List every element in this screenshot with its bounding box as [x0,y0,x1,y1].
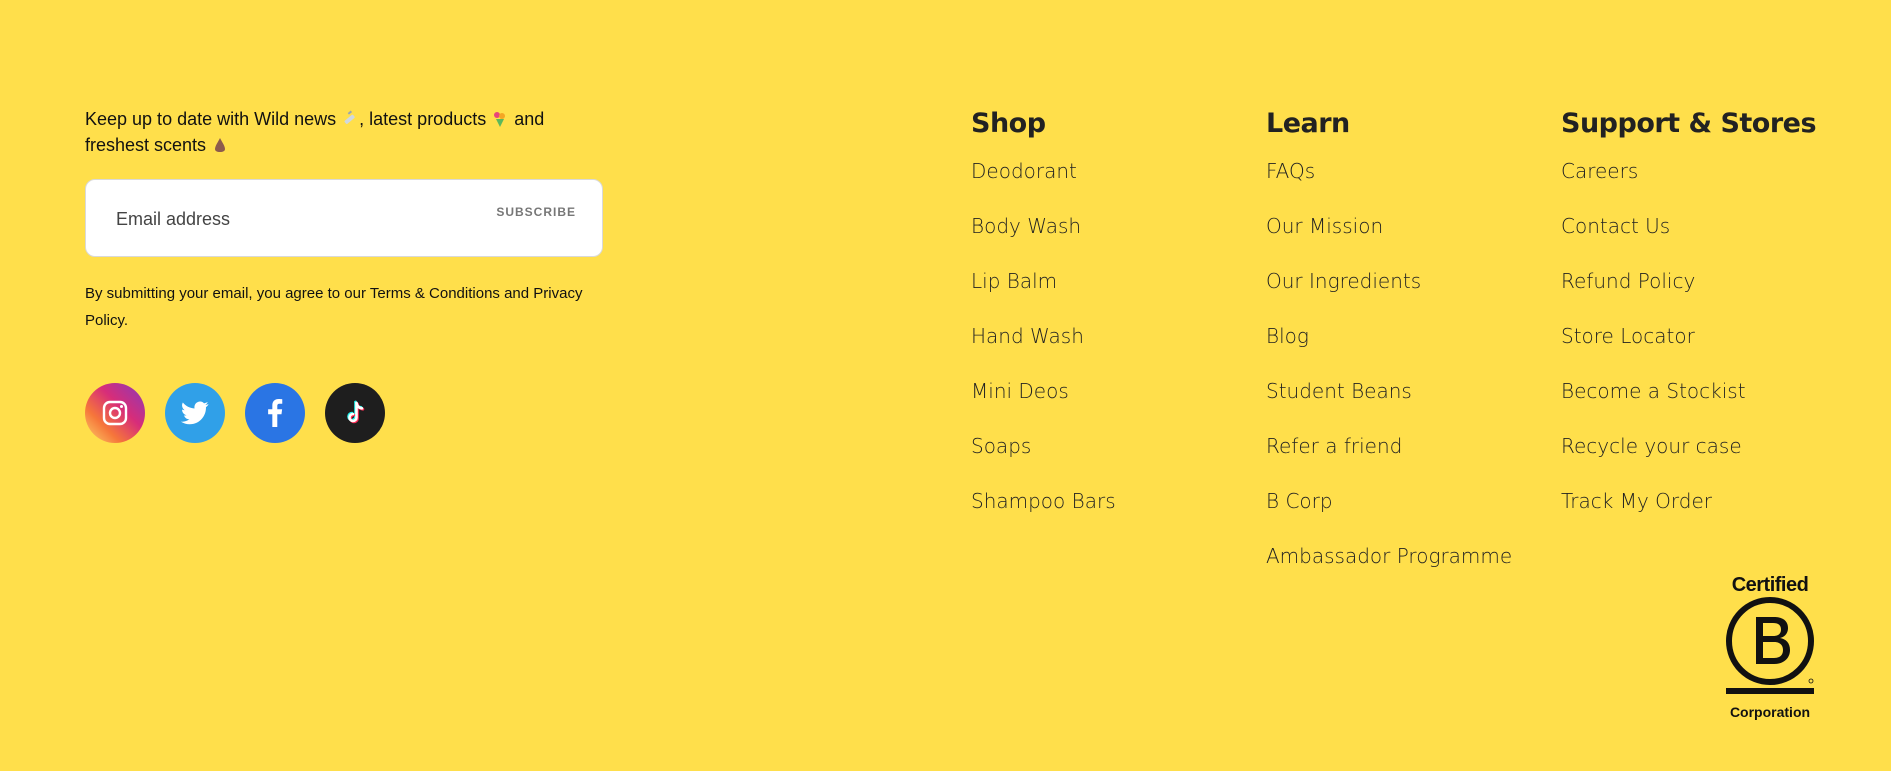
learn-column: Learn FAQs Our Mission Our Ingredients B… [1266,108,1512,598]
shop-link-mini-deos[interactable]: Mini Deos [971,379,1069,403]
learn-link-student-beans[interactable]: Student Beans [1266,379,1412,403]
learn-heading: Learn [1266,108,1350,139]
instagram-icon [102,400,128,426]
shop-link-deodorant[interactable]: Deodorant [971,159,1077,183]
syringe-emoji-icon [341,109,359,127]
support-link-contact-us[interactable]: Contact Us [1561,214,1670,238]
shop-link-lip-balm[interactable]: Lip Balm [971,269,1057,293]
shop-link-body-wash[interactable]: Body Wash [971,214,1081,238]
shop-heading: Shop [971,108,1046,139]
b-corp-icon [1726,597,1814,694]
email-subscribe-form: SUBSCRIBE [85,179,603,258]
newsletter-text-part1: Keep up to date with Wild news [85,109,337,129]
newsletter-intro: Keep up to date with Wild news , latest … [85,106,605,158]
learn-link-faqs[interactable]: FAQs [1266,159,1315,183]
support-links: Careers Contact Us Refund Policy Store L… [1561,158,1816,543]
support-link-become-a-stockist[interactable]: Become a Stockist [1561,379,1746,403]
shop-column: Shop Deodorant Body Wash Lip Balm Hand W… [971,108,1116,543]
learn-link-ambassador-programme[interactable]: Ambassador Programme [1266,544,1512,568]
support-link-careers[interactable]: Careers [1561,159,1638,183]
email-input[interactable] [114,180,458,258]
support-column: Support & Stores Careers Contact Us Refu… [1561,108,1817,543]
support-link-recycle-your-case[interactable]: Recycle your case [1561,434,1742,458]
learn-link-refer-a-friend[interactable]: Refer a friend [1266,434,1402,458]
shop-link-shampoo-bars[interactable]: Shampoo Bars [971,489,1116,513]
twitter-icon [181,401,209,425]
instagram-link[interactable] [85,383,145,443]
shop-link-hand-wash[interactable]: Hand Wash [971,324,1084,348]
support-heading: Support & Stores [1561,108,1817,139]
learn-link-our-mission[interactable]: Our Mission [1266,214,1383,238]
facebook-icon [268,399,283,427]
tiktok-link[interactable] [325,383,385,443]
shop-links: Deodorant Body Wash Lip Balm Hand Wash M… [971,158,1116,543]
support-link-store-locator[interactable]: Store Locator [1561,324,1695,348]
shop-link-soaps[interactable]: Soaps [971,434,1031,458]
subscribe-button[interactable]: SUBSCRIBE [496,205,576,219]
learn-link-blog[interactable]: Blog [1266,324,1309,348]
newsletter-section: Keep up to date with Wild news , latest … [85,106,605,329]
newsletter-text-part2: , latest products [359,109,487,129]
b-corp-certified-label: Certified [1731,574,1809,596]
twitter-link[interactable] [165,383,225,443]
tiktok-icon [347,400,365,424]
facebook-link[interactable] [245,383,305,443]
privacy-disclaimer: By submitting your email, you agree to o… [85,285,583,329]
support-link-track-my-order[interactable]: Track My Order [1561,489,1712,513]
b-corp-logo: Certified Corporation [1724,574,1816,720]
learn-link-b-corp[interactable]: B Corp [1266,489,1333,513]
nose-emoji-icon [211,135,229,153]
bouquet-emoji-icon [491,109,509,127]
learn-links: FAQs Our Mission Our Ingredients Blog St… [1266,158,1512,598]
social-links [85,383,385,443]
learn-link-our-ingredients[interactable]: Our Ingredients [1266,269,1421,293]
support-link-refund-policy[interactable]: Refund Policy [1561,269,1695,293]
b-corp-corporation-label: Corporation [1729,704,1811,720]
